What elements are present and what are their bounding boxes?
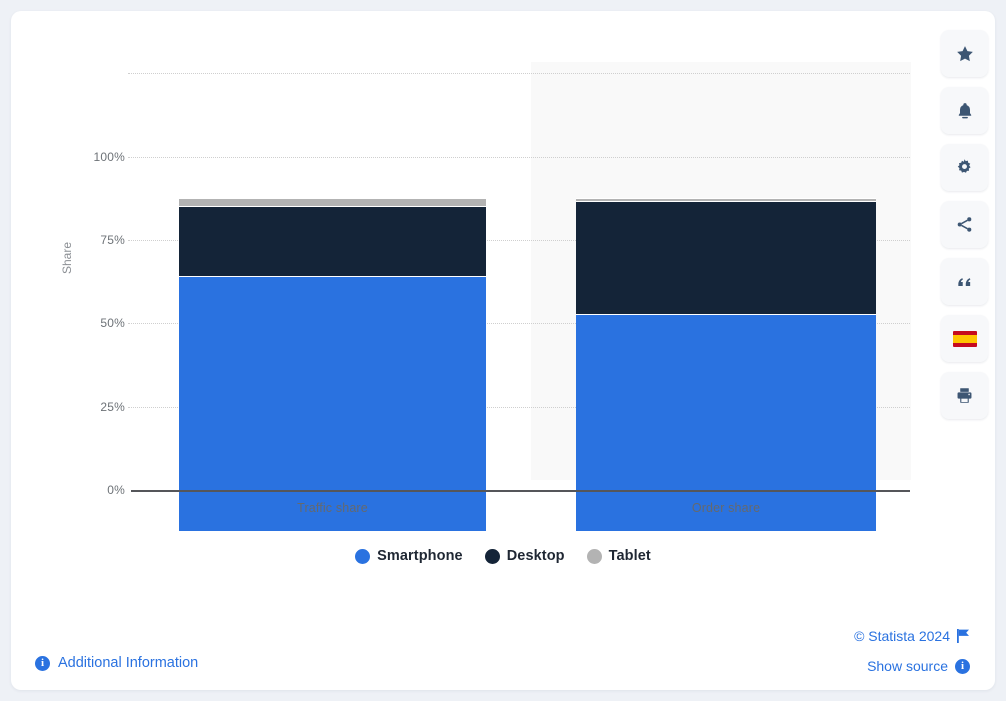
share-button[interactable] xyxy=(941,201,988,248)
legend-item-smartphone[interactable]: Smartphone xyxy=(355,548,463,564)
y-axis-title: Share xyxy=(60,241,74,275)
legend-swatch-tablet xyxy=(586,548,602,564)
bar-segment-tablet[interactable] xyxy=(179,198,486,206)
legend-item-desktop[interactable]: Desktop xyxy=(484,548,565,564)
settings-gear-icon xyxy=(955,158,974,177)
bar-stack-order-share[interactable] xyxy=(576,52,876,531)
additional-information-link[interactable]: i Additional Information xyxy=(35,655,198,671)
additional-information-label: Additional Information xyxy=(58,655,199,671)
bar-segment-tablet[interactable] xyxy=(576,198,876,202)
language-button[interactable] xyxy=(941,315,988,362)
settings-button[interactable] xyxy=(941,144,988,191)
x-label-traffic-share: Traffic share xyxy=(297,501,368,515)
y-tick-100: 100% xyxy=(93,150,125,164)
x-axis-line xyxy=(131,490,910,492)
info-icon: i xyxy=(955,658,970,674)
citation-button[interactable] xyxy=(941,258,988,305)
legend-swatch-desktop xyxy=(484,548,500,564)
flag-report-icon xyxy=(957,629,970,643)
side-toolbar xyxy=(941,30,988,419)
bar-stack-traffic-share[interactable] xyxy=(179,52,486,531)
y-axis-ticks: 100% 75% 50% 25% 0% xyxy=(47,11,125,531)
notifications-button[interactable] xyxy=(941,87,988,134)
share-icon xyxy=(955,215,974,234)
y-tick-50: 50% xyxy=(100,316,125,330)
show-source-link[interactable]: Show source i xyxy=(867,658,970,674)
legend-label-tablet: Tablet xyxy=(608,548,651,564)
legend-swatch-smartphone xyxy=(355,548,371,564)
favorite-star-icon xyxy=(955,44,975,64)
info-icon: i xyxy=(35,655,50,671)
legend-label-desktop: Desktop xyxy=(506,548,565,564)
y-tick-0: 0% xyxy=(107,483,125,497)
chart-footer: i Additional Information © Statista 2024… xyxy=(11,609,995,690)
legend-label-smartphone: Smartphone xyxy=(377,548,463,564)
favorite-button[interactable] xyxy=(941,30,988,77)
x-label-order-share: Order share xyxy=(691,501,761,515)
copyright-link[interactable]: © Statista 2024 xyxy=(854,628,970,644)
notification-bell-icon xyxy=(955,101,975,121)
copyright-label: © Statista 2024 xyxy=(854,628,950,644)
print-icon xyxy=(955,386,974,405)
chart-card: 100% 75% 50% 25% 0% Share Traffic share … xyxy=(11,11,995,690)
citation-quote-icon xyxy=(955,272,974,291)
y-tick-25: 25% xyxy=(100,400,125,414)
bar-segment-desktop[interactable] xyxy=(179,205,486,276)
print-button[interactable] xyxy=(941,372,988,419)
chart-plot-area: 100% 75% 50% 25% 0% Share Traffic share … xyxy=(11,11,995,531)
bar-segment-desktop[interactable] xyxy=(576,201,876,314)
spanish-flag-icon xyxy=(952,330,977,347)
bar-segment-smartphone[interactable] xyxy=(576,313,876,531)
bar-segment-smartphone[interactable] xyxy=(179,275,486,531)
chart-legend: Smartphone Desktop Tablet xyxy=(11,548,995,564)
show-source-label: Show source xyxy=(867,658,948,674)
legend-item-tablet[interactable]: Tablet xyxy=(586,548,651,564)
